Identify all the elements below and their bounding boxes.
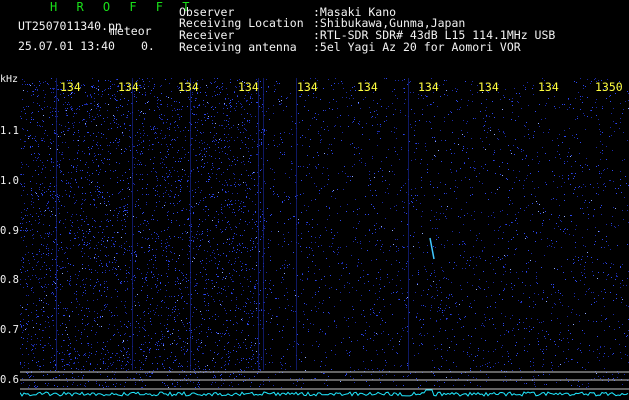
freq-tick-label: 0.8 xyxy=(0,274,19,286)
timestamp: 25.07.01 13:40 xyxy=(18,39,115,53)
time-tick-label: 134 xyxy=(357,80,378,94)
time-tick-label: 134 xyxy=(478,80,499,94)
freq-tick-label: 0.9 xyxy=(0,225,19,237)
time-tick-label: 134 xyxy=(60,80,81,94)
event-label: meteor xyxy=(110,24,152,38)
spectrogram xyxy=(20,78,629,400)
time-tick-label: 134 xyxy=(418,80,439,94)
freq-tick-label: 1.1 xyxy=(0,125,19,137)
time-tick-label: 134 xyxy=(238,80,259,94)
unit-label: kHz xyxy=(0,74,19,85)
antenna-label: Receiving antenna xyxy=(179,40,297,54)
freq-tick-label: 1.0 xyxy=(0,175,19,187)
freq-tick-label: 0.7 xyxy=(0,324,19,336)
freq-tick-label: 0.6 xyxy=(0,374,19,386)
time-tick-label: 134 xyxy=(178,80,199,94)
time-tick-label: 134 xyxy=(297,80,318,94)
count: 0. xyxy=(141,39,155,53)
antenna-value: :5el Yagi Az 20 for Aomori VOR xyxy=(313,40,521,54)
time-tick-label: 1350 xyxy=(595,80,623,94)
app-title: H R O F F T xyxy=(50,0,196,14)
time-tick-label: 134 xyxy=(118,80,139,94)
file-name: UT2507011340.pn xyxy=(18,19,122,33)
time-tick-label: 134 xyxy=(538,80,559,94)
